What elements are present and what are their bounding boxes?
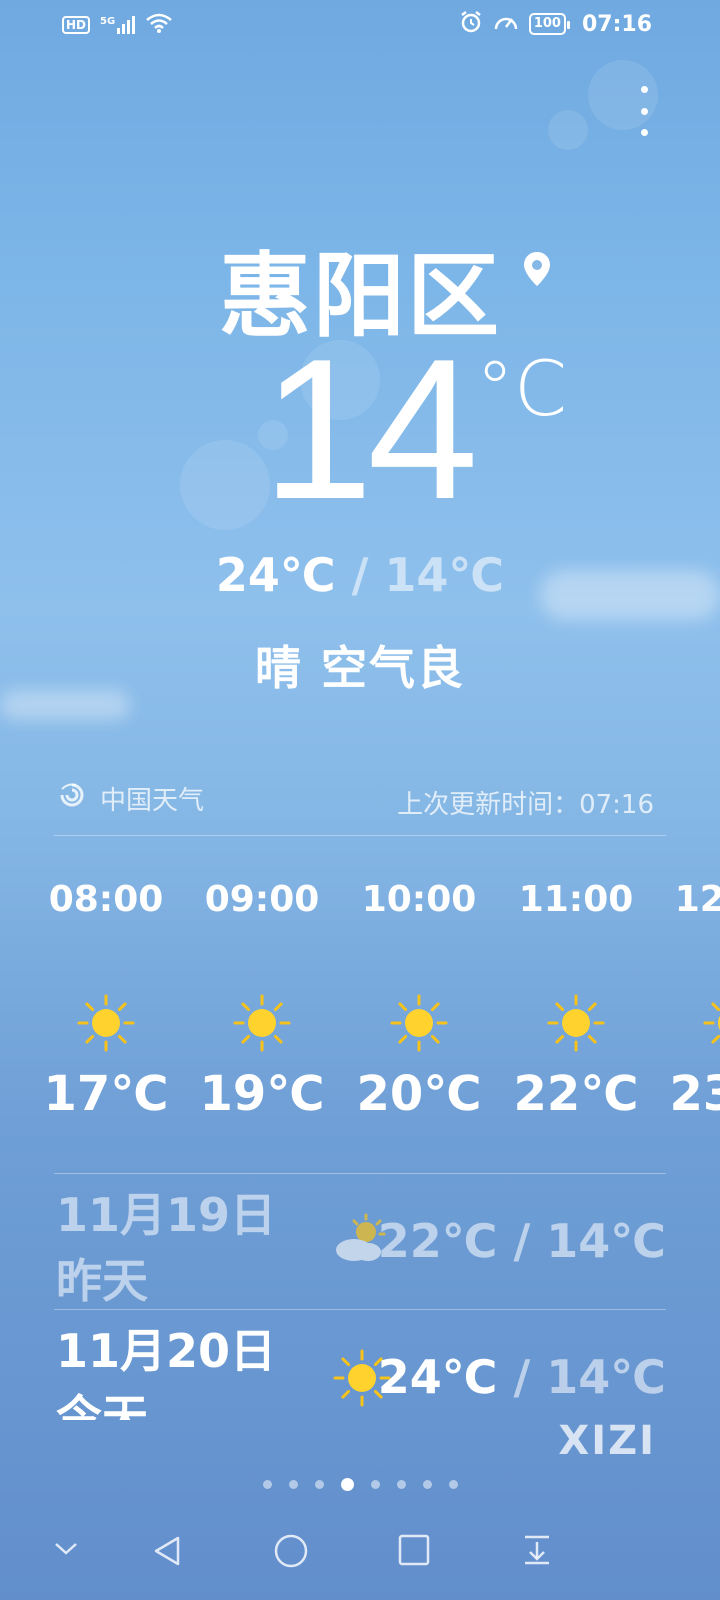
day-temperature-range: 24℃ / 14℃ xyxy=(378,1350,666,1404)
sun-icon xyxy=(36,988,176,1058)
page-dot-active xyxy=(340,1478,354,1491)
sun-icon xyxy=(192,988,332,1058)
weather-condition: 晴 空气良 xyxy=(254,641,465,695)
page-dot xyxy=(448,1480,458,1489)
high-temperature: 24℃ xyxy=(215,548,336,602)
page-dot xyxy=(262,1480,272,1489)
hourly-item: 09:00 19℃ xyxy=(192,870,332,1122)
divider xyxy=(54,1173,666,1174)
page-dot xyxy=(314,1480,324,1489)
low-temperature: 14℃ xyxy=(384,548,505,602)
hourly-item: 10:00 20℃ xyxy=(349,870,489,1122)
divider xyxy=(54,1309,666,1310)
hour-temperature: 20℃ xyxy=(356,1066,482,1122)
hour-time: 10:00 xyxy=(361,879,477,920)
day-low: / 14℃ xyxy=(513,1350,666,1404)
page-dot xyxy=(288,1480,298,1489)
navigation-bar xyxy=(0,1520,720,1600)
last-updated-time: 上次更新时间：07:16 xyxy=(397,790,654,820)
signal-icon: 5G xyxy=(100,16,136,34)
current-temperature: 14 xyxy=(262,318,478,541)
hour-temperature: 23℃ xyxy=(669,1066,720,1122)
day-temperature-range: 22℃ / 14℃ xyxy=(377,1214,666,1268)
recent-apps-button[interactable] xyxy=(398,1534,430,1570)
bokeh-decoration xyxy=(180,440,270,530)
hourly-item: 08:00 17℃ xyxy=(36,870,176,1122)
daily-item-yesterday[interactable]: 11月19日 昨天 22℃ / 14℃ xyxy=(54,1176,666,1312)
wifi-icon xyxy=(145,12,173,38)
day-high: 24℃ xyxy=(377,1350,498,1404)
weather-source[interactable]: 中国天气 xyxy=(58,780,204,817)
page-dot xyxy=(370,1480,380,1489)
collapse-chevron-icon[interactable] xyxy=(52,1534,80,1566)
alarm-icon xyxy=(459,10,483,38)
divider xyxy=(54,835,666,836)
page-dot xyxy=(396,1480,406,1489)
hourly-item: 11:00 22℃ xyxy=(506,870,646,1122)
bokeh-decoration xyxy=(548,110,588,150)
back-button[interactable] xyxy=(150,1534,184,1572)
daily-item-today[interactable]: 11月20日 今天 24℃ / 14℃ xyxy=(54,1312,666,1420)
dot xyxy=(640,86,648,93)
hourly-item: 12:00 23℃ xyxy=(662,870,720,1122)
dot xyxy=(640,107,648,115)
status-time: 07:16 xyxy=(581,11,652,37)
speed-icon xyxy=(493,11,519,37)
location-pin-icon xyxy=(522,250,552,292)
watermark-text: XIZI xyxy=(558,1418,656,1464)
battery-indicator: 100 xyxy=(528,13,571,35)
hour-temperature: 22℃ xyxy=(513,1066,639,1122)
hd-badge: HD xyxy=(62,16,91,34)
page-indicator xyxy=(0,1478,720,1491)
temperature-unit: °C xyxy=(476,344,568,433)
hour-time: 12:00 xyxy=(674,879,720,920)
dot xyxy=(640,129,648,136)
sun-icon xyxy=(349,988,489,1058)
notification-pulldown-icon[interactable] xyxy=(522,1534,552,1570)
hour-time: 08:00 xyxy=(48,879,164,920)
hour-time: 11:00 xyxy=(518,879,634,920)
page-dot xyxy=(422,1480,432,1489)
source-name: 中国天气 xyxy=(100,786,205,816)
hourly-forecast[interactable]: 08:00 17℃ 09:00 19℃ 10:00 20℃ 11:00 22℃ … xyxy=(0,870,720,1150)
separator: / xyxy=(351,548,369,602)
high-low-temperature: 24℃ / 14℃ xyxy=(0,548,720,602)
china-weather-logo-icon xyxy=(58,781,86,816)
status-bar: HD 5G 100 07:16 xyxy=(0,0,720,48)
hour-temperature: 19℃ xyxy=(199,1066,325,1122)
more-options-button[interactable] xyxy=(638,86,650,136)
day-date: 11月20日 今天 xyxy=(56,1324,277,1420)
hour-time: 09:00 xyxy=(204,879,320,920)
home-button[interactable] xyxy=(274,1534,308,1572)
day-date: 11月19日 昨天 xyxy=(56,1188,277,1308)
hour-temperature: 17℃ xyxy=(43,1066,169,1122)
sun-icon xyxy=(506,988,646,1058)
sun-icon xyxy=(662,988,720,1058)
